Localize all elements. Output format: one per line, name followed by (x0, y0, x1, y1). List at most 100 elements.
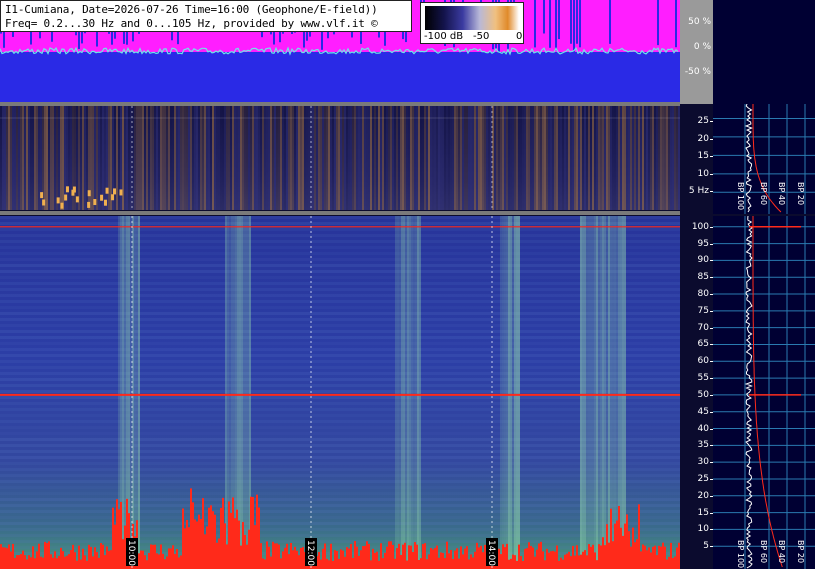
top-right-panel (713, 0, 815, 104)
low-band-column (248, 106, 250, 210)
high-band-red-floor (120, 501, 122, 569)
high-band-red-floor (96, 552, 98, 569)
low-band-column (476, 106, 478, 210)
low-band-column (348, 106, 350, 210)
high-band-red-floor (530, 545, 532, 569)
low-band-column (460, 106, 462, 210)
profile-label: BP 40 (777, 540, 786, 564)
high-band-row (0, 456, 680, 459)
low-band-column (648, 106, 650, 210)
low-band-burst (87, 190, 91, 197)
profile-trace (744, 216, 753, 569)
low-band-column (258, 106, 260, 210)
high-band-red-floor (104, 555, 106, 569)
high-band-red-floor (448, 553, 450, 569)
low-band-column (320, 106, 322, 210)
high-band-burst-column (409, 216, 411, 569)
high-band-red-floor (456, 548, 458, 569)
high-band-red-floor (84, 555, 86, 569)
high-band-red-floor (154, 544, 156, 569)
low-band-column (220, 106, 222, 210)
high-band-red-floor (574, 555, 576, 569)
high-band-row (0, 480, 680, 483)
high-band-red-floor (602, 537, 604, 569)
low-band-column (244, 106, 246, 210)
low-band-column (250, 106, 252, 210)
low-band-column (178, 106, 180, 210)
low-band-column (512, 106, 514, 210)
low-band-column (212, 106, 214, 210)
high-band-red-floor (212, 511, 214, 569)
low-band-column (470, 106, 472, 210)
low-band-column (290, 106, 292, 210)
low-band-column (420, 106, 422, 210)
high-band-red-floor (272, 541, 274, 569)
high-band-row (0, 420, 680, 423)
low-band-column (56, 106, 58, 210)
low-band-column (300, 106, 302, 210)
high-band-frequency-axis: 100 95 90 85 80 75 70 65 60 55 50 45 40 35 30 25 20 15 10 5 (680, 216, 713, 569)
low-band-column (86, 106, 88, 210)
high-band-red-floor (90, 546, 92, 569)
high-band-red-floor (568, 551, 570, 569)
low-band-column (204, 106, 206, 210)
high-band-red-floor (478, 547, 480, 569)
low-band-column (356, 106, 358, 210)
low-band-column (410, 106, 412, 210)
high-band-red-floor (338, 558, 340, 569)
high-band-red-floor (176, 549, 178, 569)
high-band-row (0, 534, 680, 537)
low-band-column (170, 106, 172, 210)
high-band-red-floor (412, 551, 414, 569)
high-band-red-floor (72, 544, 74, 569)
high-band-red-floor (288, 554, 290, 569)
low-band-burst (42, 199, 46, 206)
low-band-column (540, 106, 542, 210)
low-band-column (312, 106, 314, 210)
high-band-red-floor (188, 527, 190, 569)
high-band-red-floor (606, 524, 608, 569)
high-band-red-floor (76, 560, 78, 569)
high-band-red-floor (252, 497, 254, 569)
high-band-red-floor (240, 545, 242, 569)
low-band-column (6, 106, 8, 210)
high-band-red-floor (402, 544, 404, 569)
high-band-row (0, 492, 680, 495)
frequency-tick-label: 15 (697, 507, 709, 518)
low-band-burst (75, 196, 79, 203)
high-band-row (0, 426, 680, 429)
high-band-red-floor (28, 555, 30, 569)
high-band-red-floor (160, 544, 162, 569)
high-band-red-floor (480, 545, 482, 569)
high-band-row (0, 294, 680, 297)
low-band-column (600, 106, 602, 210)
color-gradient (425, 6, 519, 30)
low-band-burst (119, 189, 123, 196)
colorbar-label-min: -100 dB (424, 31, 464, 42)
profile-label: BP 60 (759, 540, 768, 564)
high-band-red-floor (10, 551, 12, 569)
low-band-burst (93, 199, 97, 206)
low-band-column (76, 106, 78, 210)
high-band-red-floor (522, 560, 524, 569)
high-band-red-floor (172, 545, 174, 569)
low-band-column (136, 106, 138, 210)
low-band-column (108, 106, 110, 210)
low-band-column (190, 106, 192, 210)
strip-blue-segment (549, 0, 551, 48)
high-band-burst-column (586, 216, 588, 569)
low-band-column (4, 106, 6, 210)
high-band-red-floor (510, 558, 512, 569)
vlf-viewer: I1-Cumiana, Date=2026-07-26 Time=16:00 (… (0, 0, 815, 569)
high-band-burst-column (239, 216, 241, 569)
low-band-column (54, 106, 56, 210)
low-band-column (504, 106, 506, 210)
low-band-column (48, 106, 50, 210)
low-band-column (450, 106, 452, 210)
high-band-red-floor (506, 543, 508, 569)
high-band-row (0, 522, 680, 525)
low-band-column (418, 106, 420, 210)
low-band-column (16, 106, 18, 210)
low-band-column (664, 106, 666, 210)
high-band-burst-column (241, 216, 243, 569)
